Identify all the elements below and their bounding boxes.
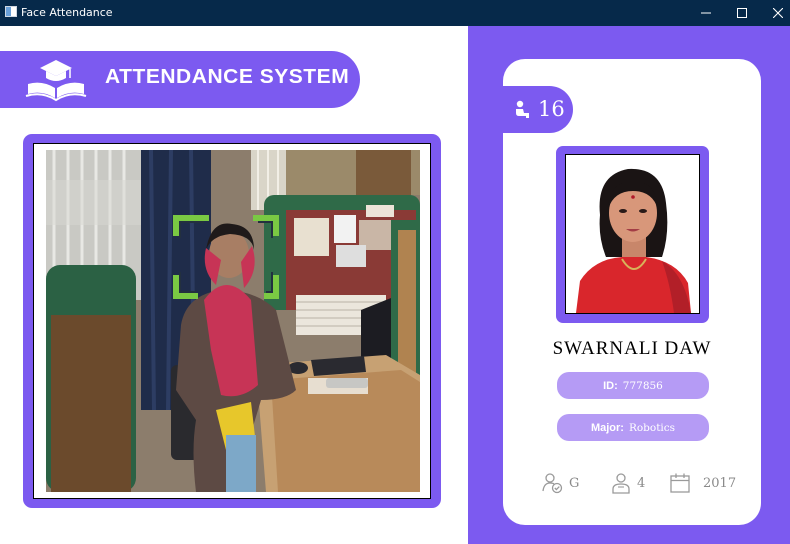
- person-seated-icon: [516, 100, 529, 118]
- attendance-count: 16: [538, 97, 565, 121]
- user-icon: [612, 473, 630, 494]
- standing-value: G: [569, 475, 580, 491]
- student-card: 16 SWARNALI DAW ID: 777856 Major: Roboti…: [503, 59, 761, 525]
- starting-year-stat: 2017: [669, 469, 736, 497]
- open-book-graduation-cap-icon: [25, 60, 87, 102]
- major-value: Robotics: [628, 421, 676, 434]
- id-value: 777856: [622, 379, 663, 392]
- webcam-image: [46, 150, 420, 492]
- camera-feed: [46, 150, 420, 492]
- minimize-icon: [701, 12, 711, 14]
- minimize-button[interactable]: [688, 0, 724, 26]
- calendar-icon: [670, 473, 690, 493]
- camera-frame: [23, 134, 441, 508]
- window-title: Face Attendance: [21, 6, 113, 19]
- attendance-count-badge: 16: [503, 86, 573, 133]
- close-button[interactable]: [760, 0, 790, 26]
- starting-year-value: 2017: [703, 475, 737, 491]
- camera-border: [33, 143, 431, 499]
- student-stats: G 4 2017: [503, 469, 761, 497]
- student-photo-frame: [556, 146, 709, 323]
- app-header: ATTENDANCE SYSTEM: [0, 51, 360, 108]
- student-panel: 16 SWARNALI DAW ID: 777856 Major: Roboti…: [468, 26, 790, 544]
- maximize-button[interactable]: [724, 0, 760, 26]
- year-value: 4: [637, 475, 646, 491]
- close-icon: [773, 8, 783, 18]
- year-stat: 4: [611, 469, 645, 497]
- student-portrait-image: [566, 155, 699, 313]
- student-name: SWARNALI DAW: [552, 338, 712, 359]
- maximize-icon: [737, 8, 747, 18]
- major-label: Major:: [590, 421, 624, 434]
- app-icon: [5, 6, 17, 17]
- user-check-icon: [542, 473, 563, 494]
- window-titlebar[interactable]: Face Attendance: [0, 0, 790, 26]
- page-title: ATTENDANCE SYSTEM: [105, 66, 350, 88]
- standing-stat: G: [541, 469, 579, 497]
- student-photo: [565, 154, 700, 314]
- id-label: ID:: [603, 379, 618, 392]
- student-id-pill: ID: 777856: [557, 372, 709, 399]
- student-major-pill: Major: Robotics: [557, 414, 709, 441]
